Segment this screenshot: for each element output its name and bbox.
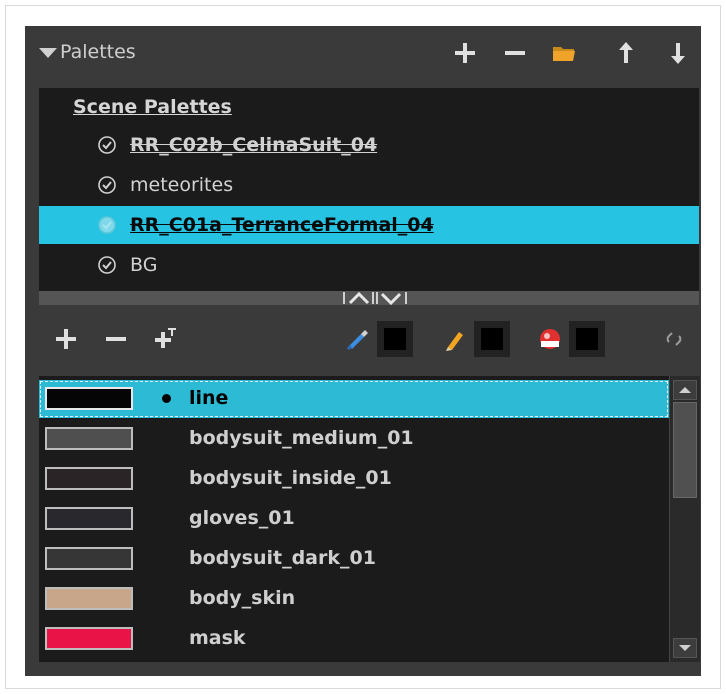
link-icon <box>666 332 682 346</box>
scroll-down-button[interactable] <box>673 638 697 658</box>
scene-palettes-heading: Scene Palettes <box>73 96 232 118</box>
chevron-up-icon <box>679 387 691 393</box>
checkmark-icon <box>97 255 117 275</box>
paint-colour-swatch[interactable] <box>569 321 605 357</box>
colour-list[interactable]: line bodysuit_medium_01 bodysuit_inside_… <box>39 376 700 662</box>
panel-title: Palettes <box>60 41 136 63</box>
chevron-down-icon <box>679 645 691 651</box>
colour-name: mask <box>189 627 246 649</box>
palette-item[interactable]: RR_C02b_CelinaSuit_04 <box>39 126 699 164</box>
plus-icon <box>56 329 76 349</box>
move-palette-up-button[interactable] <box>611 38 641 68</box>
colour-swatch <box>45 387 133 410</box>
checkmark-icon <box>97 175 117 195</box>
colour-name: line <box>189 387 229 409</box>
remove-colour-button[interactable] <box>101 324 131 354</box>
arrow-up-icon <box>619 42 633 63</box>
palette-item[interactable]: meteorites <box>39 166 699 204</box>
remove-palette-button[interactable] <box>500 38 530 68</box>
colour-item[interactable]: bodysuit_inside_01 <box>39 460 669 498</box>
checkmark-icon <box>97 135 117 155</box>
colour-swatch <box>45 427 133 450</box>
colour-name: body_skin <box>189 587 296 609</box>
link-colour-button[interactable] <box>659 324 689 354</box>
colour-name: bodysuit_dark_01 <box>189 547 376 569</box>
splitter-controls[interactable] <box>319 290 421 306</box>
collapse-triangle-icon <box>39 48 57 58</box>
colour-item[interactable]: mask <box>39 620 669 658</box>
colour-swatch <box>45 547 133 570</box>
colour-item[interactable]: body_skin <box>39 580 669 618</box>
colour-swatch <box>45 587 133 610</box>
palette-item[interactable]: BG <box>39 246 699 284</box>
brush-colour-picker[interactable] <box>341 324 371 354</box>
panel-title-toggle[interactable]: Palettes <box>39 40 136 64</box>
add-gradient-icon <box>155 328 176 348</box>
brush-colour-swatch[interactable] <box>377 321 413 357</box>
add-palette-button[interactable] <box>450 38 480 68</box>
folder-icon <box>553 47 575 61</box>
pencil-colour-picker[interactable] <box>439 324 469 354</box>
add-colour-button[interactable] <box>51 324 81 354</box>
list-splitter[interactable] <box>39 290 699 306</box>
colour-item-selected[interactable]: line <box>39 380 669 418</box>
palette-name: meteorites <box>130 174 234 196</box>
plus-icon <box>455 43 475 63</box>
colour-list-scrollbar[interactable] <box>669 376 700 662</box>
add-texture-button[interactable] <box>151 324 181 354</box>
chevron-down-icon <box>380 292 402 306</box>
scroll-up-button[interactable] <box>673 380 697 400</box>
paint-colour-picker[interactable] <box>535 324 565 354</box>
move-palette-down-button[interactable] <box>663 38 693 68</box>
colour-swatch <box>45 467 133 490</box>
paint-color-icon <box>540 329 560 349</box>
palettes-panel: Palettes Scene Palettes RR_C02b_CelinaSu… <box>25 26 701 676</box>
colour-name: bodysuit_inside_01 <box>189 467 392 489</box>
palette-list[interactable]: Scene Palettes RR_C02b_CelinaSuit_04 met… <box>39 88 699 291</box>
minus-icon <box>106 337 126 341</box>
palette-name: RR_C02b_CelinaSuit_04 <box>130 134 378 156</box>
minus-icon <box>505 51 525 55</box>
palette-name: RR_C01a_TerranceFormal_04 <box>130 214 434 236</box>
colour-swatch <box>45 627 133 650</box>
palette-item-selected[interactable]: RR_C01a_TerranceFormal_04 <box>39 206 699 244</box>
colour-item[interactable]: bodysuit_medium_01 <box>39 420 669 458</box>
palette-name: BG <box>130 254 158 276</box>
pencil-colour-swatch[interactable] <box>474 321 510 357</box>
scrollbar-thumb[interactable] <box>673 402 697 498</box>
brush-color-icon <box>347 330 368 350</box>
colour-name: bodysuit_medium_01 <box>189 427 414 449</box>
chevron-up-icon <box>348 291 370 305</box>
colour-swatch <box>45 507 133 530</box>
colour-item[interactable]: gloves_01 <box>39 500 669 538</box>
checkmark-icon <box>97 215 117 235</box>
colour-name: gloves_01 <box>189 507 295 529</box>
panel-header: Palettes <box>25 26 701 84</box>
import-palette-button[interactable] <box>549 38 579 68</box>
colour-item[interactable]: bodysuit_dark_01 <box>39 540 669 578</box>
colour-toolbar <box>25 310 701 368</box>
pencil-color-icon <box>446 332 463 351</box>
current-colour-dot-icon <box>162 394 171 403</box>
arrow-down-icon <box>671 43 685 64</box>
